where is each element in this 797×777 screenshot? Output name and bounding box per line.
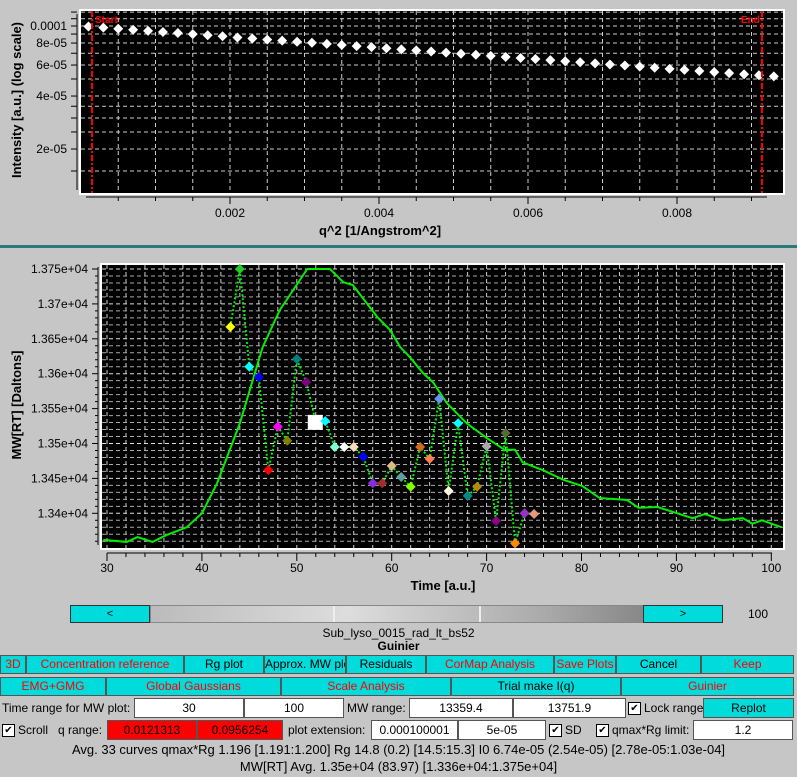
y-axis-label: MW[RT] [Daltons] xyxy=(9,350,24,459)
guinier-button[interactable]: Guinier xyxy=(621,677,794,696)
x-tick-label: 0.008 xyxy=(662,206,692,220)
time-min-input[interactable]: 30 xyxy=(134,698,244,718)
y-tick-label: 1.34e+04 xyxy=(38,506,89,520)
q-min-input[interactable]: 0.0121313 xyxy=(107,720,197,740)
scale-analysis-button[interactable]: Scale Analysis xyxy=(281,677,451,696)
qmaxrg-input[interactable]: 1.2 xyxy=(693,720,793,740)
sd-label: SD xyxy=(565,723,582,737)
range-marker-label: Start xyxy=(95,15,118,26)
emg-gmg-button[interactable]: EMG+GMG xyxy=(0,677,106,696)
plot-extension-input-2[interactable]: 5e-05 xyxy=(458,720,546,740)
x-tick-label: 0.006 xyxy=(513,206,543,220)
y-tick-label: 1.35e+04 xyxy=(38,437,89,451)
x-tick-label: 30 xyxy=(100,561,114,575)
y-tick-label: 0.0001 xyxy=(30,19,67,33)
mw-max-input[interactable]: 13751.9 xyxy=(513,698,626,718)
mw-min-input[interactable]: 13359.4 xyxy=(409,698,513,718)
y-tick-label: 1.355e+04 xyxy=(31,402,88,416)
keep-button[interactable]: Keep xyxy=(701,655,794,674)
y-tick-label: 1.365e+04 xyxy=(31,332,88,346)
x-tick-label: 0.004 xyxy=(364,206,394,220)
plots-canvas: 0.002 0.004 0.006 0.008 0.0001 8e-05 6e-05 4e-0… xyxy=(9,9,785,593)
lock-range-label: Lock range xyxy=(644,701,704,715)
plot-divider[interactable] xyxy=(0,245,797,248)
filename-label: Sub_lyso_0015_rad_lt_bs52 xyxy=(322,626,475,640)
plot-area xyxy=(81,11,783,193)
x-tick-label: 70 xyxy=(480,561,494,575)
x-tick-label: 60 xyxy=(385,561,399,575)
selected-point xyxy=(307,414,323,430)
global-gaussians-button[interactable]: Global Gaussians xyxy=(106,677,281,696)
mw-range-label: MW range: xyxy=(347,701,406,715)
concentration-reference-button[interactable]: Concentration reference xyxy=(26,655,184,674)
y-tick-label: 4e-05 xyxy=(36,89,67,103)
qmaxrg-label: qmax*Rg limit: xyxy=(612,723,690,737)
y-tick-label: 8e-05 xyxy=(36,36,67,50)
x-axis-label: q^2 [1/Angstrom^2] xyxy=(319,223,441,238)
checkmark-icon[interactable]: ✔ xyxy=(628,702,641,716)
qmaxrg-checkbox[interactable]: ✔ qmax*Rg limit: xyxy=(596,720,689,740)
scroll-label: Scroll xyxy=(18,723,49,737)
time-max-input[interactable]: 100 xyxy=(244,698,344,718)
time-range-label: Time range for MW plot: xyxy=(2,701,131,715)
q-range-label: q range: xyxy=(58,723,103,737)
checkmark-icon[interactable]: ✔ xyxy=(2,724,15,738)
cancel-button[interactable]: Cancel xyxy=(616,655,701,674)
previous-button[interactable]: < xyxy=(70,605,150,623)
cormap-analysis-button[interactable]: CorMap Analysis xyxy=(426,655,554,674)
range-marker-label: End xyxy=(741,15,760,26)
x-axis-label: Time [a.u.] xyxy=(411,578,476,593)
next-button[interactable]: > xyxy=(643,605,723,623)
residuals-button[interactable]: Residuals xyxy=(346,655,426,674)
x-tick-label: 80 xyxy=(575,561,589,575)
lock-range-checkbox[interactable]: ✔ Lock range xyxy=(628,698,703,718)
y-tick-label: 2e-05 xyxy=(36,142,67,156)
rg-plot-button[interactable]: Rg plot xyxy=(184,655,264,674)
trial-make-i-q-button[interactable]: Trial make I(q) xyxy=(451,677,621,696)
x-tick-label: 100 xyxy=(761,561,781,575)
checkmark-icon[interactable]: ✔ xyxy=(596,724,609,738)
y-tick-label: 1.345e+04 xyxy=(31,471,88,485)
y-tick-label: 1.36e+04 xyxy=(38,367,89,381)
x-tick-label: 50 xyxy=(290,561,304,575)
plot-extension-label: plot extension: xyxy=(288,723,366,737)
scroll-checkbox[interactable]: ✔ Scroll xyxy=(2,720,48,740)
slider-value: 100 xyxy=(748,607,769,621)
scan-slider-track[interactable] xyxy=(150,605,643,623)
plot-extension-input-1[interactable]: 0.000100001 xyxy=(371,720,458,740)
x-tick-label: 0.002 xyxy=(215,206,245,220)
checkmark-icon[interactable]: ✔ xyxy=(549,724,562,738)
approx-mw-plot-button[interactable]: Approx. MW plot xyxy=(264,655,346,674)
y-tick-label: 1.37e+04 xyxy=(38,297,89,311)
section-title: Guinier xyxy=(377,639,420,653)
y-tick-label: 1.375e+04 xyxy=(31,262,88,276)
status-summary: Avg. 33 curves qmax*Rg 1.196 [1.191:1.20… xyxy=(71,742,726,757)
x-tick-label: 40 xyxy=(195,561,209,575)
q-max-input[interactable]: 0.0956254 xyxy=(197,720,283,740)
plot-area xyxy=(102,265,783,548)
y-axis-label: Intensity [a.u.] (log scale) xyxy=(9,22,24,178)
save-plots-button[interactable]: Save Plots xyxy=(554,655,616,674)
sd-checkbox[interactable]: ✔ SD xyxy=(549,720,582,740)
3d-button[interactable]: 3D xyxy=(0,655,26,674)
x-tick-label: 90 xyxy=(670,561,684,575)
y-tick-label: 6e-05 xyxy=(36,58,67,72)
replot-button[interactable]: Replot xyxy=(703,698,794,718)
scan-slider-thumb[interactable] xyxy=(332,606,481,622)
status-mw: MW[RT] Avg. 1.35e+04 (83.97) [1.336e+04:… xyxy=(239,759,558,774)
